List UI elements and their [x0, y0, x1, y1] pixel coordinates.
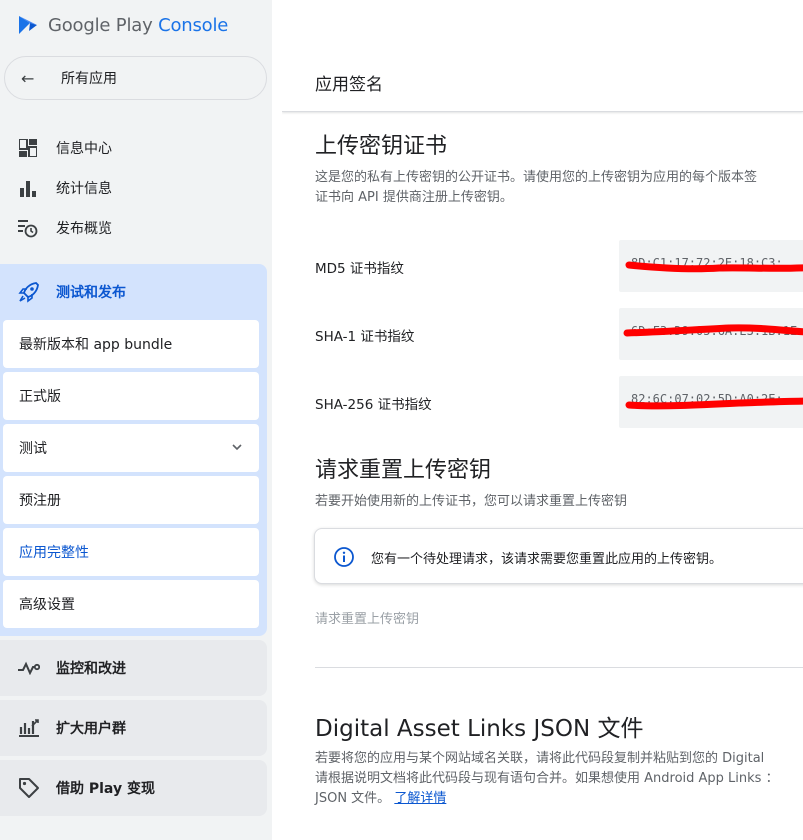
- sub-item-label: 正式版: [19, 389, 61, 405]
- play-console-logo-icon: [19, 16, 37, 34]
- dashboard-icon: [18, 138, 38, 158]
- sidebar-item-label: 发布概览: [56, 221, 112, 237]
- sub-item-label: 高级设置: [19, 597, 75, 613]
- asset-links-description-line3: JSON 文件。 了解详情: [315, 789, 446, 809]
- sub-item-label: 最新版本和 app bundle: [19, 337, 173, 353]
- learn-more-link[interactable]: 了解详情: [394, 791, 446, 806]
- rocket-icon: [18, 281, 40, 303]
- main-content: 应用签名 上传密钥证书 这是您的私有上传密钥的公开证书。请使用您的上传密钥为应用…: [282, 56, 803, 840]
- bar-chart-icon: [18, 178, 38, 198]
- arrow-left-icon: ←: [21, 68, 35, 88]
- sha256-fingerprint-label: SHA-256 证书指纹: [315, 397, 432, 413]
- sidebar-sub-item-testing[interactable]: 测试: [3, 424, 259, 472]
- page-header: 应用签名: [282, 56, 803, 112]
- all-apps-back-button[interactable]: ← 所有应用: [4, 56, 267, 100]
- request-reset-upload-key-button[interactable]: 请求重置上传密钥: [315, 608, 419, 627]
- sidebar-item-statistics[interactable]: 统计信息: [0, 168, 272, 208]
- sidebar-sub-item-latest-releases[interactable]: 最新版本和 app bundle: [3, 320, 259, 368]
- asset-links-description-line2: 请根据说明文档将此代码段与现有语句合并。如果想使用 Android App Li…: [315, 771, 779, 786]
- asset-links-heading: Digital Asset Links JSON 文件: [315, 716, 644, 742]
- sidebar-sub-item-advanced-settings[interactable]: 高级设置: [3, 580, 259, 628]
- sidebar-sub-item-app-integrity[interactable]: 应用完整性: [3, 528, 259, 576]
- reset-upload-key-description: 若要开始使用新的上传证书，您可以请求重置上传密钥: [315, 494, 628, 509]
- sidebar-group-label: 监控和改进: [56, 661, 126, 677]
- vitals-icon: [18, 657, 40, 679]
- md5-fingerprint-label: MD5 证书指纹: [315, 261, 404, 277]
- upload-key-description-line1: 这是您的私有上传密钥的公开证书。请使用您的上传密钥为应用的每个版本签: [315, 170, 758, 185]
- sidebar: Google Play Console ← 所有应用 信息中心 统计信息 发布概…: [0, 0, 272, 840]
- google-play-console-logo[interactable]: Google Play Console: [16, 11, 228, 39]
- chevron-down-icon: [232, 444, 242, 451]
- redaction-mark: [625, 397, 803, 410]
- info-icon: [334, 547, 354, 567]
- sub-item-label: 预注册: [19, 493, 61, 509]
- alert-text: 您有一个待处理请求，该请求需要您重置此应用的上传密钥。: [371, 552, 723, 567]
- sidebar-item-label: 统计信息: [56, 181, 112, 197]
- redaction-mark: [625, 261, 803, 273]
- sidebar-group-release[interactable]: 测试和发布: [0, 264, 267, 320]
- sidebar-group-label: 借助 Play 变现: [56, 781, 155, 797]
- upload-key-description-line2: 证书向 API 提供商注册上传密钥。: [315, 190, 513, 205]
- sidebar-item-dashboard[interactable]: 信息中心: [0, 128, 272, 168]
- sidebar-sub-item-pre-registration[interactable]: 预注册: [3, 476, 259, 524]
- page-title: 应用签名: [315, 75, 383, 95]
- sidebar-group-monitor[interactable]: 监控和改进: [0, 640, 267, 696]
- all-apps-label: 所有应用: [61, 71, 117, 87]
- sub-item-label: 应用完整性: [19, 545, 89, 561]
- md5-fingerprint-value[interactable]: 8D:C1:17:72:2E:18:C3:: [619, 240, 803, 292]
- grow-users-icon: [18, 717, 40, 739]
- monetize-tag-icon: [18, 777, 40, 799]
- asset-links-description-text: JSON 文件。: [315, 791, 391, 806]
- sidebar-group-label: 扩大用户群: [56, 721, 126, 737]
- sidebar-group-label: 测试和发布: [56, 285, 126, 301]
- logo-text: Google Play Console: [48, 15, 228, 36]
- redaction-mark: [623, 324, 803, 337]
- sha1-fingerprint-label: SHA-1 证书指纹: [315, 329, 415, 345]
- asset-links-description-line1: 若要将您的应用与某个网站域名关联，请将此代码段复制并粘贴到您的 Digital: [315, 751, 765, 766]
- sidebar-sub-item-production[interactable]: 正式版: [3, 372, 259, 420]
- sha256-fingerprint-value[interactable]: 82:6C:07:02:5D:A0:2E:: [619, 376, 803, 428]
- logo-google-play-text: Google Play: [48, 14, 153, 36]
- publishing-overview-icon: [18, 218, 38, 238]
- sidebar-group-grow[interactable]: 扩大用户群: [0, 700, 267, 756]
- pending-request-alert: 您有一个待处理请求，该请求需要您重置此应用的上传密钥。: [314, 528, 803, 584]
- logo-console-text: Console: [158, 14, 229, 36]
- sub-item-label: 测试: [19, 441, 47, 457]
- sha1-fingerprint-value[interactable]: 6D:F3:D9:05:6A:E3:1B:1E:: [619, 308, 803, 360]
- sidebar-item-publishing-overview[interactable]: 发布概览: [0, 208, 272, 248]
- sidebar-group-monetize[interactable]: 借助 Play 变现: [0, 760, 267, 816]
- sidebar-item-label: 信息中心: [56, 141, 112, 157]
- release-group: 测试和发布 最新版本和 app bundle 正式版 测试 预注册 应用完整性 …: [0, 264, 267, 636]
- section-divider: [315, 667, 803, 668]
- upload-key-heading: 上传密钥证书: [315, 134, 448, 159]
- reset-upload-key-heading: 请求重置上传密钥: [315, 458, 492, 483]
